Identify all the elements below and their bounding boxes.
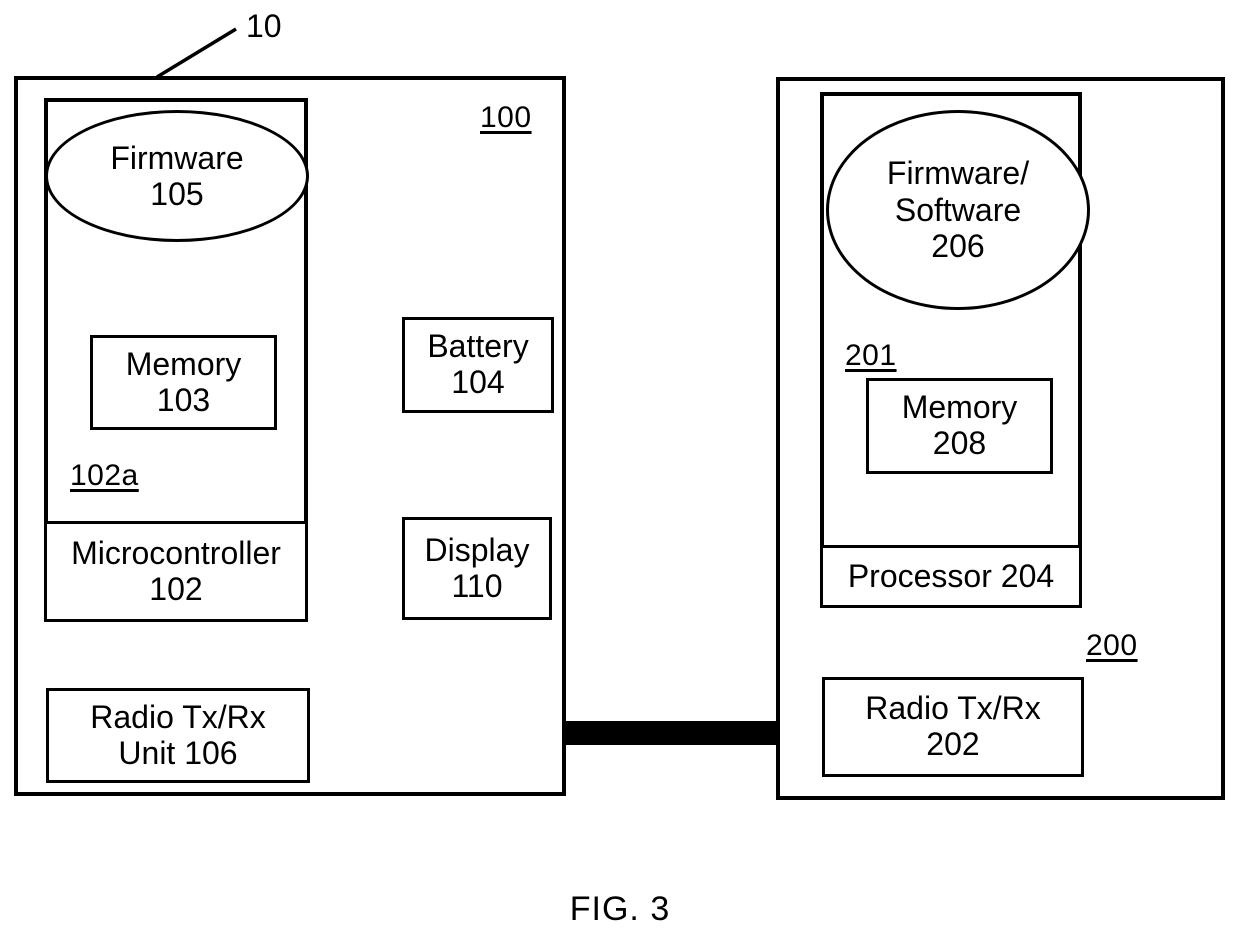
radio-unit-106-box: Radio Tx/Rx Unit 106 bbox=[46, 688, 310, 783]
firmware-software-206-ref: 206 bbox=[931, 228, 985, 265]
left-device-ref-label: 100 bbox=[480, 101, 532, 134]
memory-103-ref: 103 bbox=[156, 381, 211, 418]
radio-202-ref: 202 bbox=[926, 726, 980, 762]
microcontroller-102-name: Microcontroller bbox=[71, 534, 281, 571]
firmware-105-ref: 105 bbox=[150, 176, 204, 212]
microcontroller-102-box: Microcontroller 102 bbox=[44, 521, 308, 622]
memory-208-ref: 208 bbox=[932, 425, 987, 461]
firmware-105-ellipse: Firmware 105 bbox=[45, 110, 309, 242]
patent-figure: 10 100 102a Firmware 105 Memory 103 Micr… bbox=[0, 0, 1240, 947]
battery-104-ref: 104 bbox=[451, 364, 505, 400]
radio-unit-106-name-line1: Radio Tx/Rx bbox=[90, 698, 266, 735]
radio-202-name: Radio Tx/Rx bbox=[865, 690, 1041, 727]
firmware-105-name: Firmware bbox=[110, 139, 244, 176]
processor-204-box: Processor 204 bbox=[820, 545, 1082, 608]
display-110-name: Display bbox=[424, 531, 530, 568]
firmware-software-206-name-line2: Software bbox=[894, 191, 1022, 228]
microcontroller-102-ref: 102 bbox=[149, 570, 203, 607]
processor-204-name: Processor 204 bbox=[847, 557, 1055, 594]
memory-103-box: Memory 103 bbox=[90, 335, 277, 430]
system-ref-label: 10 bbox=[246, 8, 282, 44]
left-module-ref-label: 102a bbox=[70, 459, 139, 492]
figure-caption: FIG. 3 bbox=[569, 890, 671, 928]
memory-103-name: Memory bbox=[125, 345, 242, 382]
memory-208-box: Memory 208 bbox=[866, 378, 1053, 474]
display-110-box: Display 110 bbox=[402, 517, 552, 620]
memory-208-name: Memory bbox=[901, 389, 1018, 426]
right-module-ref-label: 201 bbox=[845, 339, 897, 372]
battery-104-name: Battery bbox=[427, 328, 529, 365]
firmware-software-206-name-line1: Firmware/ bbox=[886, 155, 1030, 192]
battery-104-box: Battery 104 bbox=[402, 317, 554, 413]
display-110-ref: 110 bbox=[451, 567, 503, 604]
radio-unit-106-name-line2: Unit 106 bbox=[118, 734, 238, 771]
firmware-software-206-ellipse: Firmware/ Software 206 bbox=[826, 110, 1090, 310]
radio-202-box: Radio Tx/Rx 202 bbox=[822, 677, 1084, 777]
leader-line-system bbox=[156, 27, 237, 79]
right-device-ref-label: 200 bbox=[1086, 629, 1138, 662]
